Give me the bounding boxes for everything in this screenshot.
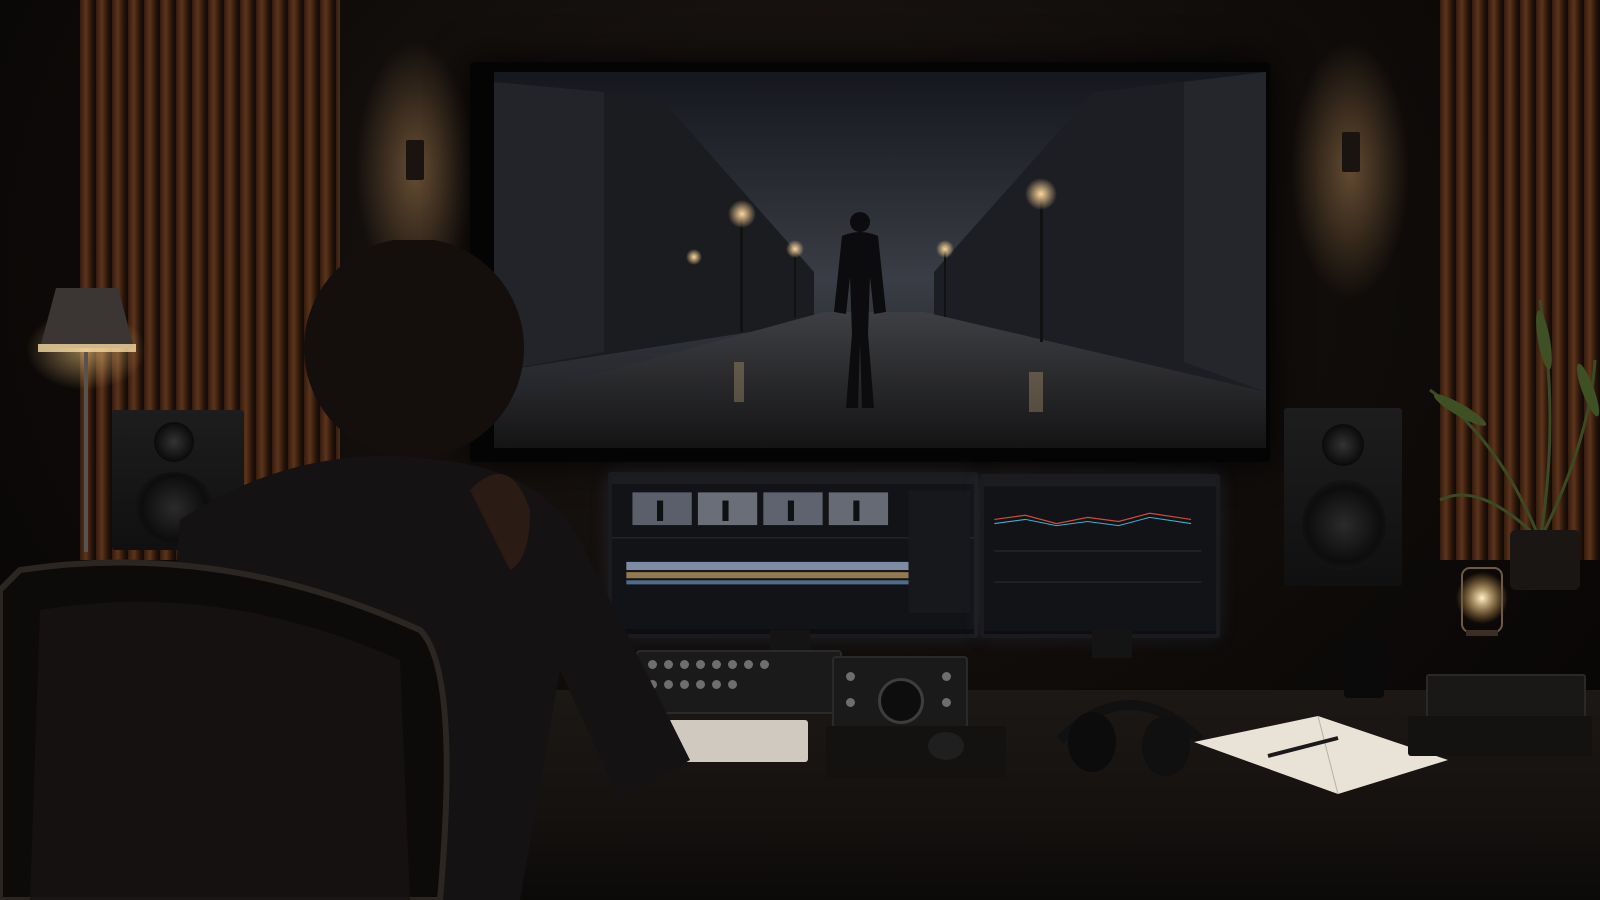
mug-icon [1344,638,1394,698]
candle-icon [1456,567,1508,636]
right-speaker-woofer [1302,480,1386,570]
scopes-ui[interactable] [984,478,1216,632]
right-monitor-stand [1092,630,1132,658]
storage-box [1408,716,1592,756]
left-monitor-stand [770,630,810,650]
color-grading-panel[interactable] [832,656,968,730]
mouse-icon[interactable] [928,732,964,760]
right-speaker-tweeter [1322,424,1364,466]
office-chair [0,559,450,900]
right-studio-speaker [1284,408,1402,586]
trackball[interactable] [878,678,924,724]
right-wall-sconce [1342,132,1360,172]
editing-studio-scene [0,0,1600,900]
record-player [1426,674,1586,718]
mouse-pad [826,726,1006,778]
right-scopes-monitor[interactable] [980,474,1220,638]
left-wall-sconce [406,140,424,180]
plant-icon [1429,299,1600,590]
